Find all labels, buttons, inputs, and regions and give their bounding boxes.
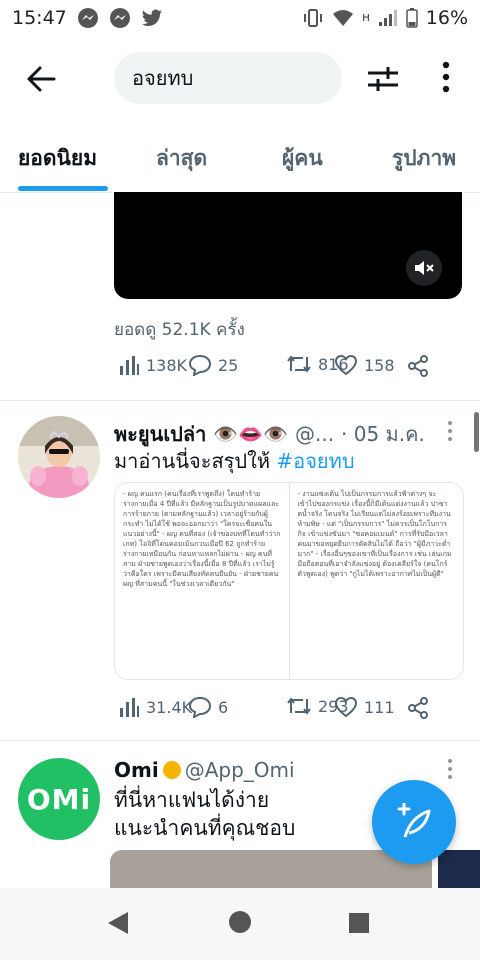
tweet-actions-2: 31.4K 6 293 111 — [114, 696, 462, 726]
like-action-2[interactable]: 111 — [334, 696, 395, 718]
ad-media-image[interactable] — [110, 850, 432, 890]
reply-action[interactable]: 25 — [188, 354, 238, 376]
tweet-date: · 05 ม.ค. — [341, 422, 425, 446]
reply-action-2[interactable]: 6 — [188, 696, 228, 718]
reply-icon — [188, 696, 212, 718]
reply-count: 6 — [218, 697, 229, 717]
author-name[interactable]: พะยูนเปล่า 👁️👄👁️ — [114, 422, 288, 446]
active-tab-indicator — [18, 186, 108, 191]
views-count: 138K — [146, 355, 188, 375]
document-image-left[interactable]: - ผญ คนแรก (คนเรื่องที่เราพูดถึง) โดนทำร… — [115, 483, 289, 679]
signal-icon — [378, 10, 397, 26]
heart-icon — [334, 696, 358, 718]
android-nav-bar — [0, 888, 480, 960]
reply-icon — [188, 354, 212, 376]
twitter-bird-icon — [141, 9, 162, 26]
tab-latest[interactable]: ล่าสุด — [156, 142, 207, 175]
author-handle[interactable]: @App_Omi — [185, 758, 295, 782]
omi-logo-avatar[interactable]: OMi — [18, 758, 100, 840]
nav-back-icon[interactable] — [106, 910, 130, 936]
search-app-bar: อจยทบ — [0, 48, 480, 108]
ad-line-1: ที่นี่หาแฟนได้ง่าย — [114, 788, 270, 812]
view-count-text: ยอดดู 52.1K ครั้ง — [114, 320, 245, 340]
status-bar: 15:47 H 16% — [0, 0, 480, 36]
share-icon[interactable] — [406, 354, 430, 378]
heart-icon — [334, 354, 358, 376]
share-icon[interactable] — [406, 696, 430, 720]
back-arrow-icon[interactable] — [26, 64, 56, 94]
tweet-author-row-3: Omi @App_Omi — [114, 758, 295, 782]
verified-badge-icon — [162, 761, 181, 779]
more-vertical-icon[interactable] — [438, 60, 454, 94]
like-action[interactable]: 158 — [334, 354, 395, 376]
views-count: 31.4K — [146, 697, 193, 717]
status-time: 15:47 — [12, 7, 67, 29]
user-avatar[interactable] — [18, 416, 100, 498]
tweet-menu-icon[interactable] — [446, 420, 454, 442]
avatar-photo — [18, 416, 100, 498]
author-name[interactable]: Omi — [114, 758, 159, 782]
author-handle[interactable]: @... — [295, 422, 334, 446]
nav-home-icon[interactable] — [228, 910, 252, 934]
retweet-icon — [287, 355, 311, 373]
filter-sliders-icon[interactable] — [366, 64, 400, 94]
tweet-text-3: ที่นี่หาแฟนได้ง่าย แนะนำคนที่คุณชอบ — [114, 786, 295, 842]
analytics-icon — [120, 356, 139, 375]
wifi-icon — [333, 10, 354, 26]
views-action[interactable]: 138K — [118, 354, 187, 376]
tab-photos[interactable]: รูปภาพ — [392, 142, 456, 175]
ad-line-2: แนะนำคนที่คุณชอบ — [114, 816, 296, 840]
tweet-text: มาอ่านนี่จะสรุปให้ #อจยทบ — [114, 446, 355, 476]
mute-button[interactable] — [406, 250, 442, 286]
ad-media-image-2[interactable] — [438, 850, 480, 890]
compose-tweet-button[interactable] — [372, 780, 456, 864]
tab-top[interactable]: ยอดนิยม — [18, 142, 97, 175]
retweet-icon — [287, 697, 311, 715]
search-input[interactable]: อจยทบ — [114, 52, 342, 104]
tab-people[interactable]: ผู้คน — [282, 142, 323, 175]
like-count: 158 — [364, 355, 395, 375]
battery-level: 16% — [425, 7, 468, 29]
analytics-icon — [120, 698, 139, 717]
document-image-right[interactable]: - งานแซ่งเต้น ไปเป็นกรรมการแล้วฟ้าต่างๆ … — [288, 483, 464, 679]
tweet-video[interactable] — [114, 192, 462, 299]
search-query: อจยทบ — [132, 66, 194, 90]
messenger-icon — [77, 8, 98, 28]
tweet-image-grid[interactable]: - ผญ คนแรก (คนเรื่องที่เราพูดถึง) โดนทำร… — [114, 482, 464, 680]
feather-plus-icon — [397, 803, 431, 838]
omi-logo-text: OMi — [26, 782, 92, 816]
views-action-2[interactable]: 31.4K — [118, 696, 192, 718]
hashtag-link[interactable]: #อจยทบ — [276, 449, 354, 473]
speaker-muted-icon — [415, 261, 434, 275]
like-count: 111 — [364, 697, 395, 717]
search-tabs: ยอดนิยม ล่าสุด ผู้คน รูปภาพ — [0, 136, 480, 193]
nav-recents-icon[interactable] — [348, 912, 370, 934]
tweet-body: มาอ่านนี่จะสรุปให้ — [114, 449, 271, 473]
scrollbar[interactable] — [474, 412, 479, 452]
messenger-icon-2 — [109, 8, 130, 28]
tweet-actions: 138K 25 816 158 — [114, 354, 462, 384]
tweet-divider-2 — [0, 740, 480, 741]
reply-count: 25 — [218, 355, 239, 375]
tweet-divider — [0, 400, 480, 401]
network-type: H — [362, 12, 370, 24]
vibrate-icon — [304, 9, 323, 27]
tweet-menu-icon[interactable] — [446, 758, 454, 780]
battery-icon — [406, 8, 418, 28]
